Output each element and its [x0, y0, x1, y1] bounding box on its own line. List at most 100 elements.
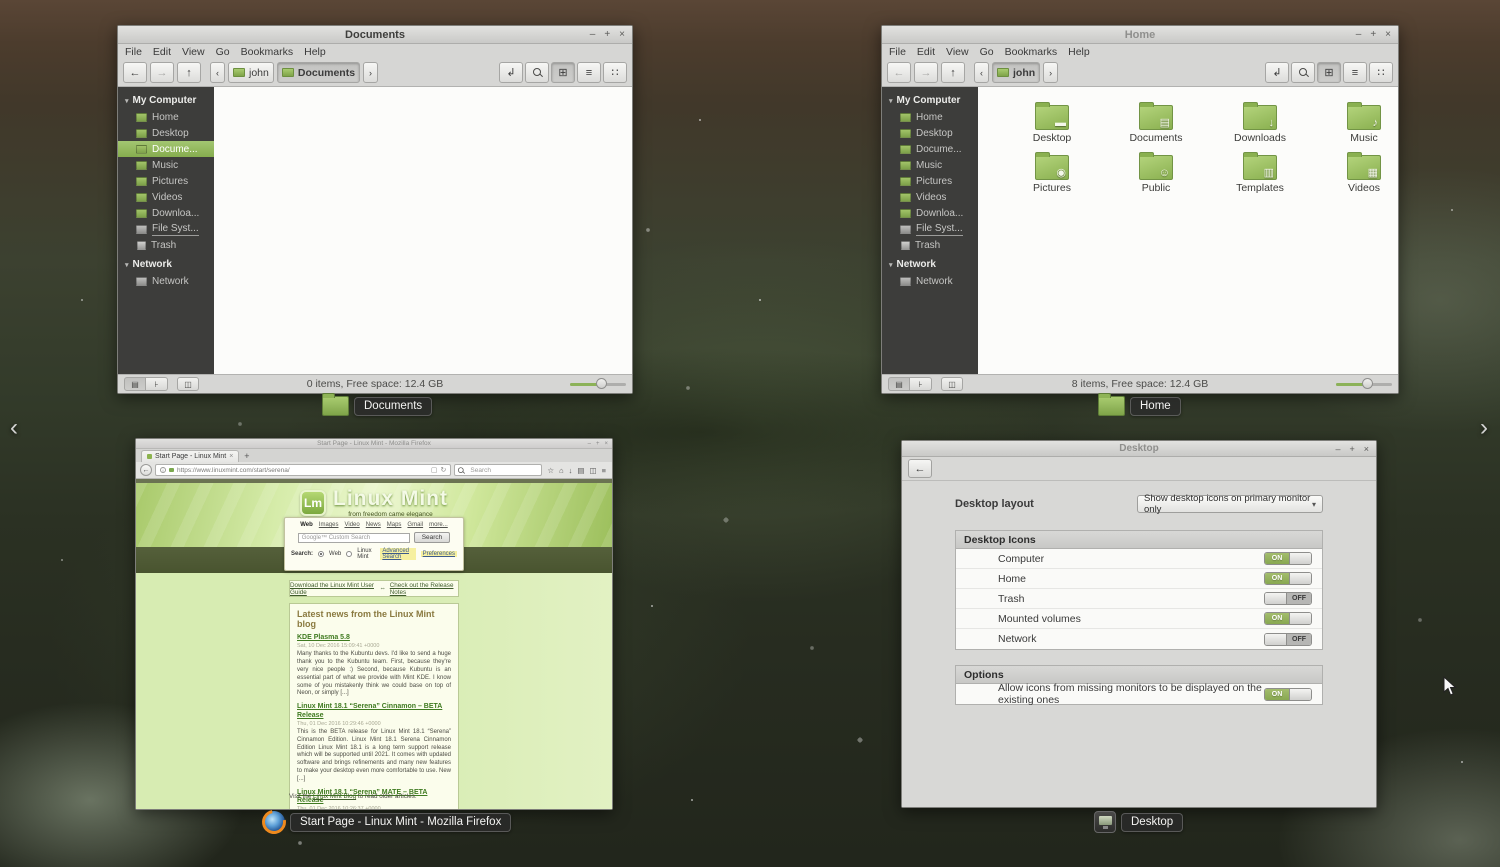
- file-icon-public[interactable]: ☺Public: [1139, 150, 1173, 200]
- minimize-icon[interactable]: –: [1356, 29, 1362, 40]
- engine-link-more[interactable]: more...: [429, 522, 448, 528]
- home-icon[interactable]: ⌂: [559, 466, 564, 475]
- file-icon-templates[interactable]: ▥Templates: [1236, 150, 1284, 200]
- engine-link-video[interactable]: Video: [344, 522, 359, 528]
- minimize-icon[interactable]: –: [590, 29, 596, 40]
- file-icon-pictures[interactable]: ◉Pictures: [1033, 150, 1071, 200]
- icon-view-button[interactable]: ⊞: [1317, 62, 1341, 83]
- engine-link-web[interactable]: Web: [300, 522, 313, 528]
- release-notes-link[interactable]: Check out the Release Notes: [390, 582, 458, 596]
- sidebar-item-desktop[interactable]: Desktop: [882, 125, 978, 141]
- crumb-next-button[interactable]: ›: [1043, 62, 1058, 83]
- sidebar-item-music[interactable]: Music: [118, 157, 214, 173]
- menu-file[interactable]: File: [125, 46, 142, 58]
- close-icon[interactable]: ×: [619, 29, 625, 40]
- sidebar-item-pictures[interactable]: Pictures: [882, 173, 978, 189]
- sidebar-item-documents[interactable]: Docume...: [882, 141, 978, 157]
- back-button[interactable]: ←: [123, 62, 147, 83]
- sidebar-item-trash[interactable]: Trash: [882, 237, 978, 253]
- toggle-network[interactable]: OFF: [1264, 633, 1312, 646]
- engine-link-news[interactable]: News: [366, 522, 381, 528]
- sidebar-section-network[interactable]: ▾Network: [118, 257, 214, 273]
- url-bar[interactable]: i https://www.linuxmint.com/start/serena…: [155, 464, 451, 476]
- tab-start-page[interactable]: Start Page - Linux Mint ×: [141, 450, 239, 462]
- search-submit-button[interactable]: Search: [414, 532, 451, 543]
- menu-file[interactable]: File: [889, 46, 906, 58]
- sidebar-item-network[interactable]: Network: [882, 273, 978, 289]
- firefox-titlebar[interactable]: Start Page - Linux Mint - Mozilla Firefo…: [136, 439, 612, 449]
- workspace-left-arrow[interactable]: ‹: [10, 414, 18, 442]
- crumb-prev-button[interactable]: ‹: [974, 62, 989, 83]
- post-title-link[interactable]: KDE Plasma 5.8: [297, 634, 451, 642]
- list-view-button[interactable]: ≡: [1343, 62, 1367, 83]
- reload-icon[interactable]: ↻: [441, 466, 447, 474]
- sidebar-toggle-button[interactable]: ◫: [177, 377, 199, 391]
- preferences-link[interactable]: Preferences: [421, 551, 457, 557]
- breadcrumb-john[interactable]: john: [228, 62, 274, 83]
- search-button[interactable]: [1291, 62, 1315, 83]
- home-titlebar[interactable]: Home – + ×: [882, 26, 1398, 44]
- toggle-home[interactable]: ON: [1264, 572, 1312, 585]
- sidebar-item-home[interactable]: Home: [118, 109, 214, 125]
- sidebar-item-trash[interactable]: Trash: [118, 237, 214, 253]
- sidebar-item-filesystem[interactable]: File Syst...: [118, 221, 214, 237]
- sidebar-item-videos[interactable]: Videos: [118, 189, 214, 205]
- breadcrumb-john[interactable]: john: [992, 62, 1040, 83]
- search-button[interactable]: [525, 62, 549, 83]
- compact-view-button[interactable]: ∷: [603, 62, 627, 83]
- post-title-link[interactable]: Linux Mint 18.1 “Serena” Cinnamon – BETA…: [297, 703, 451, 720]
- file-icon-desktop[interactable]: ▬Desktop: [1033, 100, 1072, 150]
- documents-titlebar[interactable]: Documents – + ×: [118, 26, 632, 44]
- desktop-settings-titlebar[interactable]: Desktop – + ×: [902, 441, 1376, 457]
- toggle-missing-monitors[interactable]: ON: [1264, 688, 1312, 701]
- reader-mode-icon[interactable]: ▢: [431, 466, 438, 474]
- slider-handle[interactable]: [1362, 378, 1373, 389]
- sidebar-item-videos[interactable]: Videos: [882, 189, 978, 205]
- forward-button[interactable]: →: [914, 62, 938, 83]
- crumb-next-button[interactable]: ›: [363, 62, 378, 83]
- browser-back-button[interactable]: ←: [140, 464, 152, 476]
- radio-web[interactable]: [318, 551, 324, 557]
- tab-close-icon[interactable]: ×: [229, 453, 233, 460]
- maximize-icon[interactable]: +: [1370, 29, 1376, 40]
- downloads-icon[interactable]: ↓: [569, 466, 573, 475]
- sidebar-icon[interactable]: ◫: [590, 466, 597, 475]
- new-tab-button[interactable]: +: [244, 451, 249, 462]
- file-icon-downloads[interactable]: ↓Downloads: [1234, 100, 1286, 150]
- file-icon-music[interactable]: ♪Music: [1347, 100, 1381, 150]
- sidebar-item-documents[interactable]: Docume...: [118, 141, 214, 157]
- firefox-expo-label[interactable]: Start Page - Linux Mint - Mozilla Firefo…: [263, 811, 511, 833]
- maximize-icon[interactable]: +: [604, 29, 610, 40]
- sidebar-item-desktop[interactable]: Desktop: [118, 125, 214, 141]
- zoom-slider[interactable]: [570, 377, 626, 391]
- list-view-button[interactable]: ≡: [577, 62, 601, 83]
- file-icon-videos[interactable]: ▦Videos: [1347, 150, 1381, 200]
- slider-handle[interactable]: [596, 378, 607, 389]
- sidebar-item-downloads[interactable]: Downloa...: [882, 205, 978, 221]
- bookmarks-icon[interactable]: ☆: [547, 466, 554, 475]
- location-entry-button[interactable]: ↲: [499, 62, 523, 83]
- desktop-settings-expo-label[interactable]: Desktop: [1094, 811, 1183, 833]
- menu-help[interactable]: Help: [1068, 46, 1090, 58]
- maximize-icon[interactable]: +: [1349, 444, 1354, 454]
- settings-back-button[interactable]: ←: [908, 459, 932, 478]
- menu-edit[interactable]: Edit: [153, 46, 171, 58]
- menu-bookmarks[interactable]: Bookmarks: [1005, 46, 1058, 58]
- user-guide-link[interactable]: Download the Linux Mint User Guide: [290, 582, 375, 596]
- zoom-slider[interactable]: [1336, 377, 1392, 391]
- engine-link-images[interactable]: Images: [319, 522, 339, 528]
- sidebar-item-network[interactable]: Network: [118, 273, 214, 289]
- menu-go[interactable]: Go: [980, 46, 994, 58]
- forward-button[interactable]: →: [150, 62, 174, 83]
- menu-go[interactable]: Go: [216, 46, 230, 58]
- radio-linux-mint[interactable]: [346, 551, 352, 557]
- home-expo-label[interactable]: Home: [1098, 396, 1181, 416]
- file-list-area[interactable]: [214, 87, 632, 374]
- menu-help[interactable]: Help: [304, 46, 326, 58]
- sidebar-section-computer[interactable]: ▾My Computer: [118, 93, 214, 109]
- icon-view-button[interactable]: ⊞: [551, 62, 575, 83]
- engine-link-gmail[interactable]: Gmail: [407, 522, 423, 528]
- compact-view-button[interactable]: ∷: [1369, 62, 1393, 83]
- up-button[interactable]: ↑: [177, 62, 201, 83]
- browser-search-field[interactable]: Search: [454, 464, 542, 476]
